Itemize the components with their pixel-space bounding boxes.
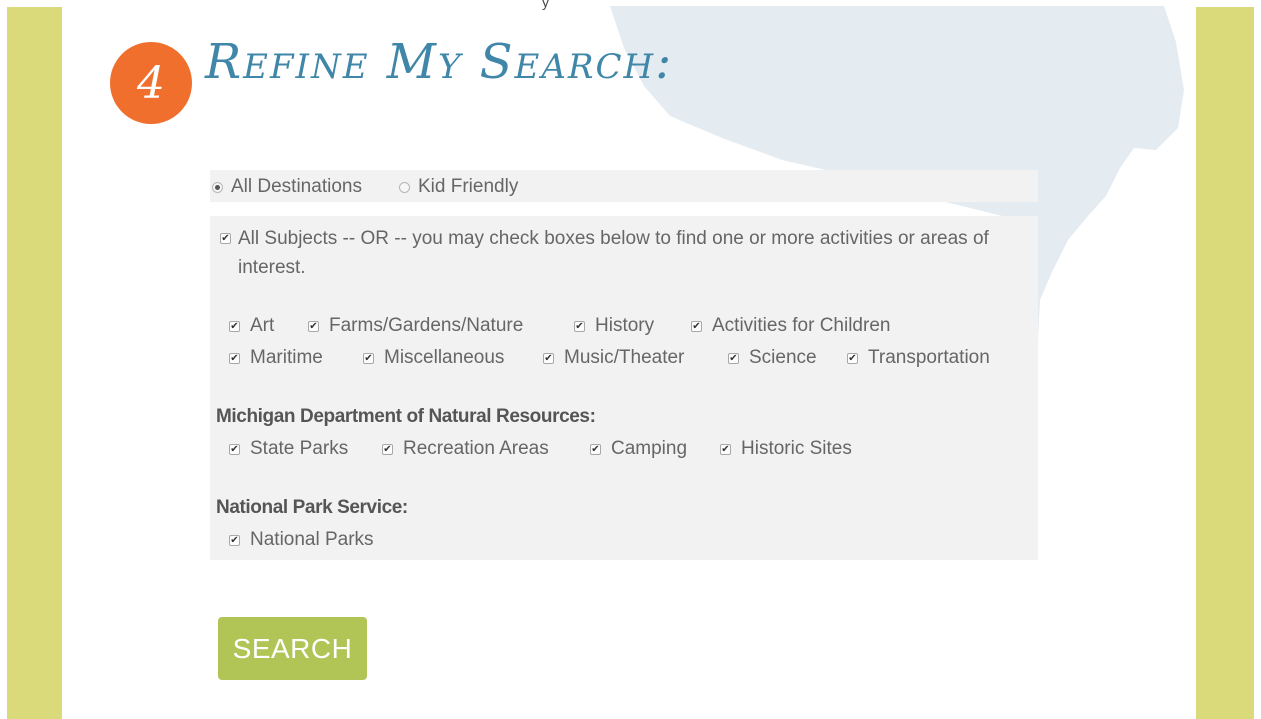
checkbox-maritime[interactable]: ✔ Maritime <box>229 347 323 369</box>
checkbox-label: Recreation Areas <box>403 438 549 459</box>
page-title: Refine My Search: <box>205 34 674 90</box>
nps-heading: National Park Service: <box>216 497 408 518</box>
checkbox-label: Historic Sites <box>741 438 852 459</box>
all-subjects-label: All Subjects -- OR -- you may check boxe… <box>238 228 989 278</box>
checkbox-label: Art <box>250 315 275 336</box>
all-subjects-checkbox[interactable]: ✔ <box>220 233 231 244</box>
checkbox-label: State Parks <box>250 438 349 459</box>
dnr-heading: Michigan Department of Natural Resources… <box>216 406 596 427</box>
checkbox-label: Science <box>749 347 817 368</box>
checkbox[interactable]: ✔ <box>229 320 240 332</box>
checkbox-historic-sites[interactable]: ✔ Historic Sites <box>720 438 852 460</box>
left-accent-bar <box>7 7 62 719</box>
checkbox-camping[interactable]: ✔ Camping <box>590 438 687 460</box>
radio-label: Kid Friendly <box>418 176 519 197</box>
checkbox-label: Activities for Children <box>712 315 891 336</box>
radio-button-selected[interactable] <box>212 181 223 193</box>
checkbox-label: National Parks <box>250 529 374 550</box>
checkbox-transportation[interactable]: ✔ Transportation <box>847 347 990 369</box>
radio-button[interactable] <box>399 181 410 193</box>
checkbox[interactable]: ✔ <box>229 534 240 546</box>
step-number-badge: 4 <box>110 42 192 124</box>
checkbox[interactable]: ✔ <box>691 320 702 332</box>
checkbox[interactable]: ✔ <box>728 352 739 364</box>
checkbox[interactable]: ✔ <box>574 320 585 332</box>
radio-label: All Destinations <box>231 176 362 197</box>
checkbox-label: Miscellaneous <box>384 347 505 368</box>
checkbox-label: Maritime <box>250 347 323 368</box>
radio-kid-friendly[interactable]: Kid Friendly <box>399 176 518 198</box>
search-button[interactable]: SEARCH <box>218 617 367 680</box>
checkbox-art[interactable]: ✔ Art <box>229 315 274 337</box>
checkbox[interactable]: ✔ <box>590 443 601 455</box>
checkbox-state-parks[interactable]: ✔ State Parks <box>229 438 348 460</box>
checkbox[interactable]: ✔ <box>308 320 319 332</box>
checkbox[interactable]: ✔ <box>720 443 731 455</box>
checkbox-history[interactable]: ✔ History <box>574 315 654 337</box>
checkbox-miscellaneous[interactable]: ✔ Miscellaneous <box>363 347 504 369</box>
checkbox[interactable]: ✔ <box>543 352 554 364</box>
radio-all-destinations[interactable]: All Destinations <box>212 176 362 198</box>
checkbox[interactable]: ✔ <box>363 352 374 364</box>
checkbox[interactable]: ✔ <box>229 443 240 455</box>
checkbox-recreation-areas[interactable]: ✔ Recreation Areas <box>382 438 549 460</box>
checkbox-label: Camping <box>611 438 688 459</box>
checkbox[interactable]: ✔ <box>229 352 240 364</box>
checkbox[interactable]: ✔ <box>382 443 393 455</box>
right-accent-bar <box>1196 7 1254 719</box>
checkbox-activities-for-children[interactable]: ✔ Activities for Children <box>691 315 890 337</box>
checkbox-national-parks[interactable]: ✔ National Parks <box>229 529 374 551</box>
checkbox-label: Transportation <box>868 347 990 368</box>
checkbox-label: Music/Theater <box>564 347 685 368</box>
truncated-heading-fragment: y <box>542 0 549 10</box>
checkbox[interactable]: ✔ <box>847 352 858 364</box>
checkbox-label: History <box>595 315 655 336</box>
checkbox-music-theater[interactable]: ✔ Music/Theater <box>543 347 684 369</box>
refine-search-panel: y 4 Refine My Search: All Destinations K… <box>62 0 1196 719</box>
checkbox-science[interactable]: ✔ Science <box>728 347 817 369</box>
all-subjects-option[interactable]: ✔ All Subjects -- OR -- you may check bo… <box>220 224 1038 282</box>
checkbox-label: Farms/Gardens/Nature <box>329 315 524 336</box>
checkbox-farms-gardens-nature[interactable]: ✔ Farms/Gardens/Nature <box>308 315 523 337</box>
